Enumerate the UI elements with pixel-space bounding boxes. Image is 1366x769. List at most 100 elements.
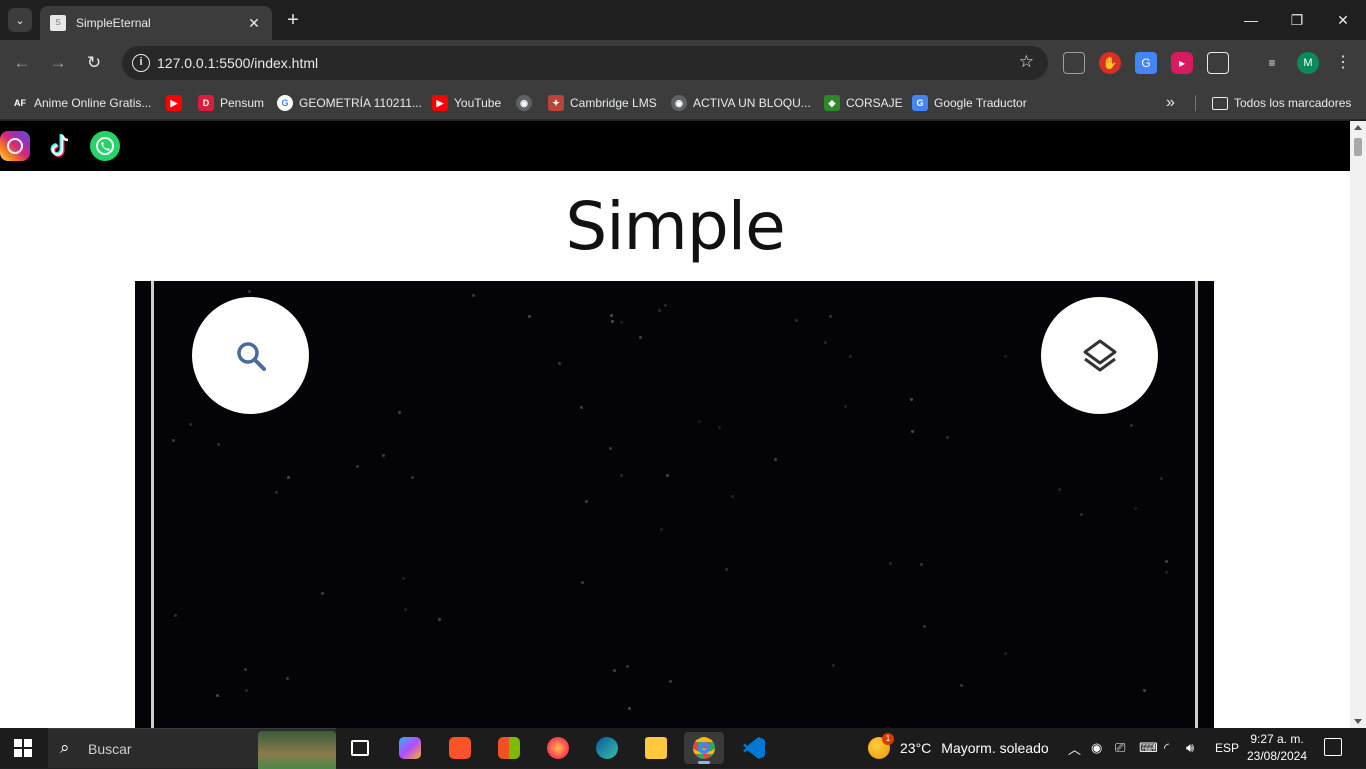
tab-strip: ⌄ S SimpleEternal ✕ + — ❐ ✕	[0, 0, 1366, 40]
wifi-icon[interactable]: ◜	[1164, 728, 1169, 768]
search-highlight-image	[258, 731, 336, 769]
record-icon[interactable]: ◉	[1091, 728, 1102, 768]
page-scrollbar[interactable]	[1350, 121, 1366, 728]
lens-icon[interactable]	[1063, 52, 1085, 74]
youtube-icon: ▶	[166, 95, 182, 111]
bookmark-anime[interactable]: AF Anime Online Gratis...	[12, 93, 151, 113]
bookmark-youtube[interactable]: ▶ YouTube	[432, 93, 501, 113]
star-dot	[843, 404, 847, 408]
back-button[interactable]: ←	[10, 51, 34, 75]
vscode-icon[interactable]	[734, 732, 774, 764]
extension-video-icon[interactable]: ▸	[1171, 52, 1193, 74]
star-dot	[628, 706, 631, 710]
windows-start-icon[interactable]	[14, 739, 32, 757]
tiktok-icon[interactable]	[45, 131, 75, 161]
translate-icon[interactable]: G	[1135, 52, 1157, 74]
translate-icon: G	[912, 95, 928, 111]
bookmark-youtube-1[interactable]: ▶	[166, 93, 188, 113]
reload-button[interactable]: ↻	[82, 51, 106, 75]
menu-kebab-icon[interactable]: ⋮	[1332, 52, 1354, 74]
copilot-icon[interactable]	[390, 732, 430, 764]
layers-button[interactable]	[1041, 297, 1158, 414]
file-explorer-icon[interactable]	[636, 732, 676, 764]
clock[interactable]: 9:27 a. m. 23/08/2024	[1244, 731, 1310, 765]
tab-favicon: S	[50, 15, 66, 31]
taskbar-search[interactable]: ⌕ Buscar	[48, 728, 336, 769]
star-dot	[660, 527, 664, 531]
weather-widget[interactable]: 1 23°C Mayorm. soleado	[868, 728, 1049, 768]
site-info-icon[interactable]: i	[132, 54, 150, 72]
profile-avatar[interactable]: M	[1297, 52, 1319, 74]
edge-icon[interactable]	[587, 732, 627, 764]
star-dot	[189, 423, 193, 427]
minimize-button[interactable]: —	[1228, 0, 1274, 40]
globe-icon: ◉	[516, 95, 532, 111]
star-dot	[663, 303, 667, 307]
task-view-icon[interactable]	[340, 732, 380, 764]
star-dot	[1160, 477, 1164, 481]
star-dot	[717, 426, 721, 430]
star-dot	[438, 618, 442, 622]
bookmark-geometria[interactable]: G GEOMETRÍA 110211...	[277, 93, 422, 113]
star-dot	[320, 592, 324, 596]
cambridge-icon: ✦	[548, 95, 564, 111]
corsaje-icon: ◆	[824, 95, 840, 111]
star-dot	[795, 318, 799, 322]
star-dot	[215, 694, 219, 698]
star-dot	[1003, 355, 1007, 359]
all-bookmarks-folder[interactable]: Todos los marcadores	[1212, 93, 1351, 113]
bookmark-pensum[interactable]: D Pensum	[198, 93, 264, 113]
notification-icon[interactable]	[1324, 738, 1342, 756]
scroll-down-arrow[interactable]	[1354, 719, 1362, 724]
star-dot	[581, 580, 585, 584]
hero-banner	[135, 281, 1214, 728]
star-dot	[960, 683, 964, 687]
new-tab-button[interactable]: +	[282, 9, 304, 31]
chrome-icon[interactable]	[684, 732, 724, 764]
whatsapp-icon[interactable]	[90, 131, 120, 161]
media-control-icon[interactable]: ≡	[1261, 52, 1283, 74]
brave-icon[interactable]	[440, 732, 480, 764]
browser-tab[interactable]: S SimpleEternal ✕	[40, 6, 272, 40]
star-dot	[725, 568, 729, 572]
store-icon[interactable]	[489, 732, 529, 764]
layers-icon	[1083, 339, 1116, 371]
tab-search-button[interactable]: ⌄	[8, 8, 32, 32]
bookmarks-overflow-button[interactable]: »	[1166, 93, 1175, 113]
bookmark-globe[interactable]: ◉	[516, 93, 538, 113]
volume-icon[interactable]: 🔊︎	[1186, 728, 1194, 768]
bookmark-google-traductor[interactable]: G Google Traductor	[912, 93, 1027, 113]
scroll-thumb[interactable]	[1354, 138, 1362, 156]
instagram-icon[interactable]	[0, 131, 30, 161]
search-button[interactable]	[192, 297, 309, 414]
close-window-button[interactable]: ✕	[1320, 0, 1366, 40]
forward-button[interactable]: →	[46, 51, 70, 75]
browser-toolbar: ← → ↻ i 127.0.0.1:5500/index.html ☆ ✋ G …	[0, 40, 1366, 86]
ime-icon[interactable]: ⌨	[1139, 728, 1158, 768]
firefox-icon[interactable]	[538, 732, 578, 764]
bookmark-corsaje[interactable]: ◆ CORSAJE	[824, 93, 903, 113]
star-dot	[773, 457, 777, 461]
star-dot	[382, 454, 386, 458]
star-dot	[848, 355, 852, 359]
bookmark-cambridge[interactable]: ✦ Cambridge LMS	[548, 93, 657, 113]
tab-close-icon[interactable]: ✕	[246, 15, 262, 32]
adblock-icon[interactable]: ✋	[1099, 52, 1121, 74]
star-dot	[411, 476, 415, 479]
url-text[interactable]: 127.0.0.1:5500/index.html	[157, 55, 318, 71]
address-bar[interactable]: i 127.0.0.1:5500/index.html ☆	[122, 46, 1048, 80]
scroll-up-arrow[interactable]	[1354, 125, 1362, 130]
tray-chevron-icon[interactable]: ︿	[1068, 728, 1081, 768]
star-dot	[247, 290, 251, 294]
bookmark-star-icon[interactable]: ☆	[1019, 52, 1034, 72]
extensions-puzzle-icon[interactable]	[1207, 52, 1229, 74]
restore-button[interactable]: ❐	[1274, 0, 1320, 40]
hero-left-border	[151, 281, 154, 728]
bookmarks-divider	[1195, 95, 1196, 111]
star-dot	[173, 613, 177, 617]
camera-icon[interactable]: ⎚	[1115, 728, 1125, 768]
bookmark-activa[interactable]: ◉ ACTIVA UN BLOQU...	[671, 93, 811, 113]
star-dot	[286, 676, 290, 680]
star-dot	[923, 625, 927, 629]
language-indicator[interactable]: ESP	[1215, 728, 1239, 768]
